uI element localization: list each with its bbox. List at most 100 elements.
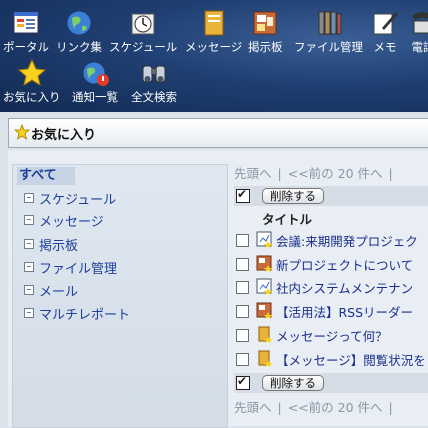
star-icon bbox=[14, 124, 30, 140]
pager-prev-link[interactable]: <<前の 20 件へ bbox=[288, 166, 383, 181]
toolbar-phone[interactable]: 電話 bbox=[408, 8, 428, 54]
toolbar-memo-label: メモ bbox=[373, 40, 397, 54]
table-row[interactable]: 【メッセージ】閲覧状況を bbox=[234, 349, 428, 369]
expand-icon bbox=[24, 285, 34, 295]
category-label: ファイル管理 bbox=[39, 262, 118, 277]
toolbar-notifications-label: 通知一覧 bbox=[72, 90, 118, 104]
category-label: メッセージ bbox=[39, 215, 104, 230]
toolbar-memo[interactable]: メモ bbox=[370, 8, 400, 54]
category-multi-report[interactable]: マルチレポート bbox=[24, 304, 131, 323]
schedule-icon bbox=[256, 231, 273, 248]
pager-separator: | bbox=[277, 400, 282, 415]
table-row[interactable]: 【活用法】RSSリーダー bbox=[234, 301, 428, 321]
page-title: お気に入り bbox=[31, 128, 97, 143]
bulletin-icon bbox=[256, 302, 273, 319]
phone-icon bbox=[412, 12, 428, 34]
table-row[interactable]: 社内システムメンテナン bbox=[234, 277, 428, 297]
pager-first-link[interactable]: 先頭へ bbox=[234, 166, 272, 181]
action-row-bottom: 削除する bbox=[234, 373, 428, 393]
favorites-header: お気に入り bbox=[8, 118, 428, 148]
category-file-management[interactable]: ファイル管理 bbox=[24, 258, 118, 277]
table-row[interactable]: 新プロジェクトについて bbox=[234, 254, 428, 274]
toolbar-schedule[interactable]: スケジュール bbox=[109, 8, 177, 54]
toolbar-fulltext-search-label: 全文検索 bbox=[131, 90, 177, 104]
schedule-icon bbox=[256, 278, 273, 295]
column-title-label: タイトル bbox=[262, 212, 313, 227]
toolbar-file-management[interactable]: ファイル管理 bbox=[294, 8, 363, 54]
globe-icon bbox=[66, 10, 92, 36]
binoculars-icon bbox=[142, 65, 166, 83]
toolbar-message-label: メッセージ bbox=[185, 40, 243, 54]
row-checkbox[interactable] bbox=[236, 305, 249, 318]
category-schedule[interactable]: スケジュール bbox=[24, 189, 117, 208]
clock-icon bbox=[131, 13, 155, 35]
app-toolbar: ポータル リンク集 スケジュール メッセージ 掲示板 ファイル管理 メモ 電 お… bbox=[0, 0, 428, 112]
toolbar-portal-label: ポータル bbox=[3, 40, 49, 54]
expand-icon bbox=[24, 215, 34, 225]
toolbar-schedule-label: スケジュール bbox=[109, 40, 178, 54]
memo-icon bbox=[373, 12, 398, 35]
expand-icon bbox=[24, 262, 34, 272]
portal-icon bbox=[13, 11, 39, 34]
toolbar-fulltext-search[interactable]: 全文検索 bbox=[131, 58, 177, 104]
pager-first-link[interactable]: 先頭へ bbox=[234, 400, 272, 415]
expand-icon bbox=[24, 239, 34, 249]
delete-button[interactable]: 削除する bbox=[262, 375, 324, 391]
category-all[interactable]: すべて bbox=[17, 167, 75, 185]
column-header-title: タイトル bbox=[234, 208, 428, 227]
row-checkbox[interactable] bbox=[236, 329, 249, 342]
toolbar-links[interactable]: リンク集 bbox=[56, 8, 102, 54]
pager-bottom: 先頭へ | <<前の 20 件へ | bbox=[234, 397, 428, 415]
pager-separator: | bbox=[388, 166, 393, 181]
row-title-link[interactable]: 新プロジェクトについて bbox=[276, 255, 413, 274]
row-title-link[interactable]: メッセージって何？ bbox=[276, 326, 388, 345]
expand-icon bbox=[24, 308, 34, 318]
category-label: メール bbox=[39, 285, 79, 300]
table-row[interactable]: メッセージって何？ bbox=[234, 325, 428, 345]
toolbar-links-label: リンク集 bbox=[56, 40, 102, 54]
category-label: スケジュール bbox=[39, 193, 117, 208]
file-cabinet-icon bbox=[318, 11, 341, 35]
row-checkbox[interactable] bbox=[236, 258, 249, 271]
row-checkbox[interactable] bbox=[236, 234, 249, 247]
category-mail[interactable]: メール bbox=[24, 281, 79, 300]
toolbar-favorites[interactable]: お気に入り bbox=[3, 58, 61, 104]
row-checkbox[interactable] bbox=[236, 353, 249, 366]
category-sidebar: すべて スケジュール メッセージ 掲示板 ファイル管理 メール マルチレポート bbox=[12, 164, 228, 428]
select-all-checkbox[interactable] bbox=[236, 374, 250, 390]
row-title-link[interactable]: 【活用法】RSSリーダー bbox=[276, 302, 413, 321]
star-icon bbox=[17, 58, 46, 87]
message-icon bbox=[258, 326, 273, 343]
bulletin-icon bbox=[256, 255, 273, 272]
pager-separator: | bbox=[388, 400, 393, 415]
row-title-link[interactable]: 【メッセージ】閲覧状況を bbox=[276, 350, 426, 369]
delete-button[interactable]: 削除する bbox=[262, 188, 324, 204]
row-checkbox[interactable] bbox=[236, 281, 249, 294]
toolbar-notifications[interactable]: 通知一覧 bbox=[72, 58, 118, 104]
pager-separator: | bbox=[277, 166, 282, 181]
toolbar-bulletin-label: 掲示板 bbox=[248, 40, 283, 54]
category-label: マルチレポート bbox=[39, 308, 131, 323]
select-all-checkbox[interactable] bbox=[236, 187, 250, 203]
toolbar-message[interactable]: メッセージ bbox=[185, 8, 242, 54]
bulletin-board-icon bbox=[253, 11, 277, 35]
row-title-link[interactable]: 会議:来期開発プロジェク bbox=[276, 231, 418, 250]
category-label: 掲示板 bbox=[39, 239, 79, 254]
toolbar-file-management-label: ファイル管理 bbox=[294, 40, 363, 54]
toolbar-phone-label: 電話 bbox=[411, 40, 428, 54]
toolbar-bulletin[interactable]: 掲示板 bbox=[248, 8, 283, 54]
category-bulletin[interactable]: 掲示板 bbox=[24, 235, 79, 254]
message-icon bbox=[204, 10, 224, 36]
toolbar-portal[interactable]: ポータル bbox=[3, 8, 49, 54]
pager-top: 先頭へ | <<前の 20 件へ | bbox=[234, 163, 428, 181]
expand-icon bbox=[24, 193, 34, 203]
table-row[interactable]: 会議:来期開発プロジェク bbox=[234, 230, 428, 250]
row-title-link[interactable]: 社内システムメンテナン bbox=[276, 278, 413, 297]
message-icon bbox=[258, 350, 273, 367]
pager-prev-link[interactable]: <<前の 20 件へ bbox=[288, 400, 383, 415]
toolbar-favorites-label: お気に入り bbox=[3, 90, 61, 104]
category-message[interactable]: メッセージ bbox=[24, 211, 104, 230]
action-row-top: 削除する bbox=[234, 186, 428, 206]
notification-globe-icon bbox=[82, 61, 109, 86]
favorites-content: すべて スケジュール メッセージ 掲示板 ファイル管理 メール マルチレポート … bbox=[8, 150, 428, 428]
